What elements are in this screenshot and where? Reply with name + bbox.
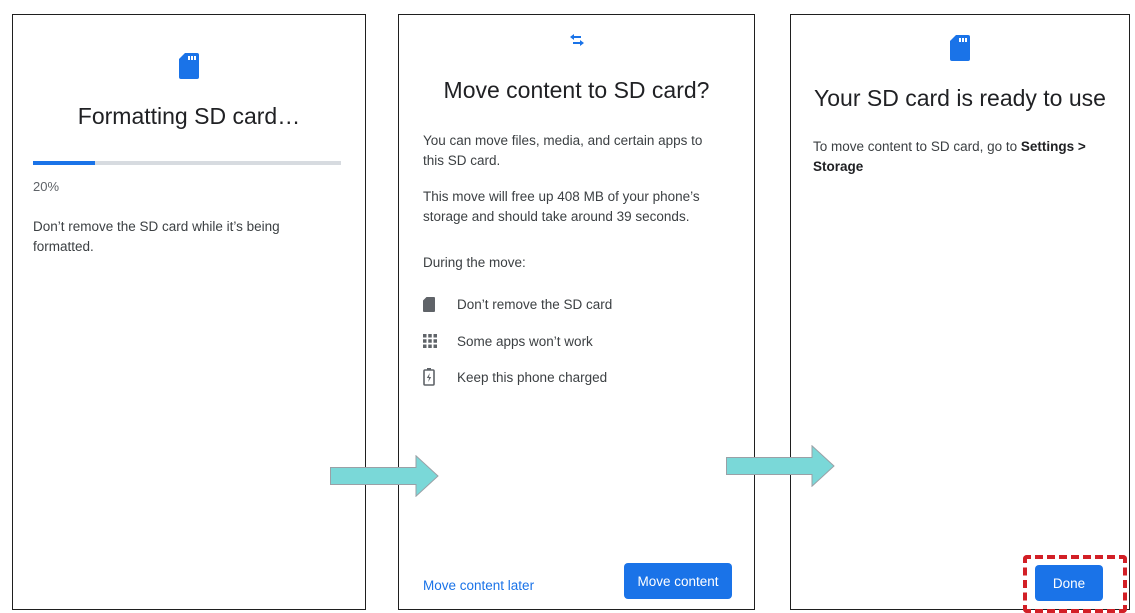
apps-grid-icon (423, 334, 445, 348)
done-highlight-box (1023, 555, 1127, 613)
list-item: Some apps won’t work (423, 331, 734, 351)
list-item: Don’t remove the SD card (423, 294, 734, 314)
move-content-later-button[interactable]: Move content later (423, 578, 534, 593)
message-text: To move content to SD card, go to (813, 139, 1021, 154)
during-label: During the move: (423, 255, 526, 270)
move-intro: You can move files, media, and certain a… (423, 133, 703, 168)
next-arrow-icon (330, 455, 439, 497)
swap-arrows-icon (568, 33, 586, 52)
page-title: Formatting SD card… (77, 103, 301, 129)
sd-card-icon (179, 53, 199, 84)
move-content-button[interactable]: Move content (624, 563, 732, 599)
progress-percent: 20% (33, 179, 60, 194)
next-arrow-icon (726, 445, 835, 487)
item-label: Some apps won’t work (457, 333, 593, 349)
item-label: Don’t remove the SD card (457, 296, 613, 312)
battery-charging-icon (423, 368, 445, 386)
page-title: Your SD card is ready to use (814, 85, 1106, 111)
formatting-screen: Formatting SD card… 20% Don’t remove the… (12, 14, 366, 610)
item-label: Keep this phone charged (457, 369, 608, 385)
format-progress-bar (33, 161, 341, 165)
move-content-screen: Move content to SD card? You can move fi… (398, 14, 755, 610)
format-warning: Don’t remove the SD card while it’s bein… (33, 219, 280, 254)
sd-ready-screen: Your SD card is ready to use To move con… (790, 14, 1130, 613)
progress-fill (33, 161, 95, 165)
sd-card-icon (950, 35, 970, 66)
ready-message: To move content to SD card, go to Settin… (813, 137, 1099, 177)
move-details: This move will free up 408 MB of your ph… (423, 189, 700, 224)
sd-card-icon (423, 296, 445, 312)
list-item: Keep this phone charged (423, 367, 734, 387)
page-title: Move content to SD card? (443, 77, 710, 103)
